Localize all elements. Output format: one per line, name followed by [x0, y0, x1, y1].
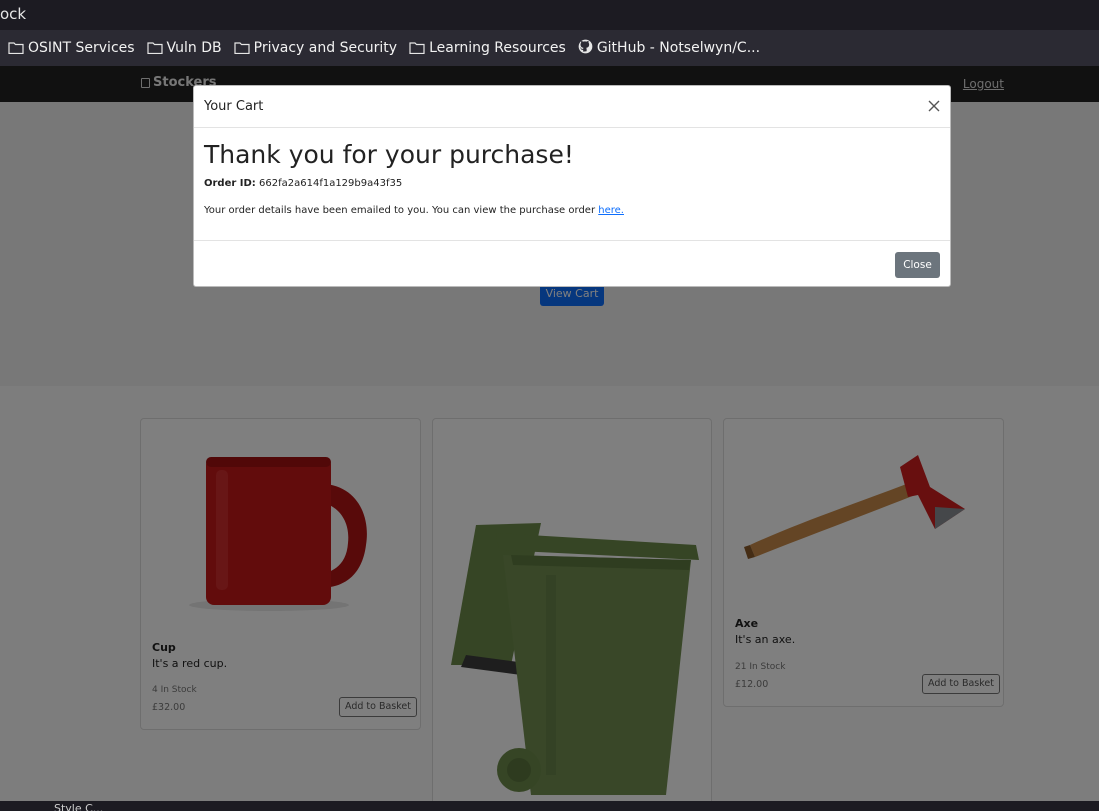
browser-title-bar: ock [0, 0, 1099, 30]
modal-footer: Close [194, 240, 950, 287]
modal-title: Your Cart [204, 99, 264, 114]
folder-icon [234, 42, 250, 54]
bookmark-vuln-db[interactable]: Vuln DB [146, 40, 222, 56]
email-notice: Your order details have been emailed to … [204, 205, 624, 216]
folder-icon [146, 42, 163, 54]
bookmark-label: GitHub - Notselwyn/C... [596, 40, 761, 56]
bookmark-privacy-and-security[interactable]: Privacy and Security [234, 40, 397, 56]
status-text: Style C... [54, 802, 104, 811]
cart-modal: Your Cart Thank you for your purchase! O… [193, 85, 951, 287]
bookmark-osint-services[interactable]: OSINT Services [8, 40, 135, 56]
bookmark-label: Learning Resources [429, 40, 566, 56]
order-id-line: Order ID: 662fa2a614f1a129b9a43f35 [204, 178, 402, 189]
browser-title-text: ock [0, 5, 27, 23]
close-icon[interactable] [926, 98, 942, 114]
folder-icon [8, 42, 24, 54]
bookmark-label: Vuln DB [166, 40, 222, 56]
folder-icon [409, 42, 425, 54]
bookmark-label: Privacy and Security [253, 40, 398, 56]
close-button[interactable]: Close [895, 252, 940, 278]
bookmark-learning-resources[interactable]: Learning Resources [409, 40, 566, 56]
bookmark-github[interactable]: GitHub - Notselwyn/C... [578, 39, 760, 58]
github-icon [578, 39, 593, 58]
email-text: Your order details have been emailed to … [204, 205, 596, 216]
purchase-heading: Thank you for your purchase! [204, 140, 574, 169]
modal-body: Thank you for your purchase! Order ID: 6… [194, 128, 950, 240]
purchase-order-link[interactable]: here. [598, 205, 624, 216]
order-id-value: 662fa2a614f1a129b9a43f35 [259, 178, 403, 189]
bookmarks-bar: OSINT Services Vuln DB Privacy and Secur… [0, 30, 1099, 66]
browser-status-bar: Style C... [0, 801, 1099, 811]
order-id-label: Order ID: [204, 178, 256, 189]
modal-header: Your Cart [194, 86, 950, 128]
bookmark-label: OSINT Services [28, 40, 135, 56]
